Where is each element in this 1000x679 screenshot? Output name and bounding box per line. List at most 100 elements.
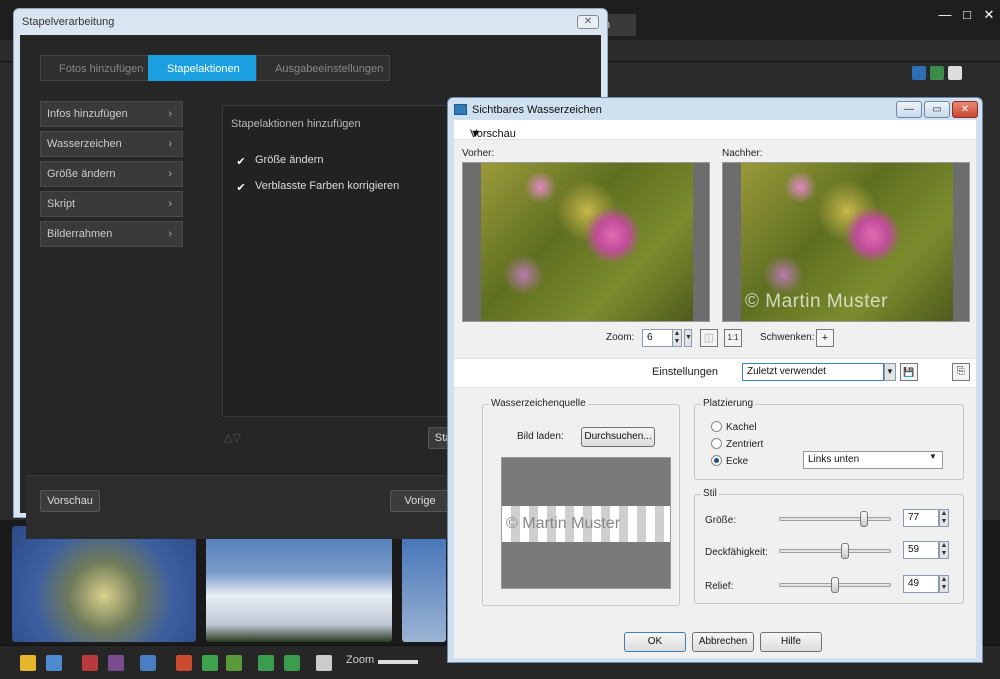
size-stepper[interactable]: ▲ ▼ [939, 509, 949, 527]
checkbox-checked-icon[interactable]: ✔ [235, 182, 247, 194]
close-button[interactable]: ✕ [577, 15, 599, 29]
after-image: © Martin Muster [722, 162, 970, 322]
size-slider[interactable] [779, 511, 891, 527]
rotate-left-icon[interactable] [258, 655, 274, 671]
load-settings-icon[interactable]: ⎘ [952, 363, 970, 381]
list-icon[interactable] [46, 655, 62, 671]
chevron-down-icon[interactable]: ▼ [684, 329, 692, 347]
placement-group: Platzierung Kachel Zentriert Ecke Links … [694, 398, 964, 480]
thumbnail-image[interactable] [12, 526, 196, 642]
brush-icon[interactable] [82, 655, 98, 671]
opacity-stepper[interactable]: ▲ ▼ [939, 541, 949, 559]
share-icon[interactable] [202, 655, 218, 671]
source-group-title: Wasserzeichenquelle [489, 398, 588, 409]
action-label: Wasserzeichen [47, 138, 122, 150]
chevron-right-icon: › [168, 138, 172, 150]
opacity-slider-thumb[interactable] [841, 543, 849, 559]
ok-button[interactable]: OK [624, 632, 686, 652]
radio-icon[interactable] [711, 421, 722, 432]
maximize-button[interactable]: ▭ [924, 101, 950, 118]
action-script[interactable]: Skript › [40, 191, 183, 217]
action-add-info[interactable]: Infos hinzufügen › [40, 101, 183, 127]
radio-corner[interactable]: Ecke [711, 455, 748, 467]
relief-field[interactable]: 49 [903, 575, 939, 593]
monitor-icon[interactable] [226, 655, 242, 671]
chevron-down-icon[interactable]: ▼ [929, 452, 937, 461]
cancel-button[interactable]: Abbrechen [692, 632, 754, 652]
app-icon [454, 104, 467, 115]
zoom-slider[interactable] [378, 660, 418, 664]
step-add-photos[interactable]: Fotos hinzufügen [40, 55, 150, 81]
timer-icon[interactable] [316, 655, 332, 671]
relief-stepper[interactable]: ▲ ▼ [939, 575, 949, 593]
check-label: Größe ändern [255, 154, 324, 166]
action-label: Skript [47, 198, 76, 210]
print-icon[interactable] [176, 655, 192, 671]
action-watermark[interactable]: Wasserzeichen › [40, 131, 183, 157]
help-button[interactable]: Hilfe [760, 632, 822, 652]
save-settings-icon[interactable]: 💾 [900, 363, 918, 381]
batch-dialog-title: Stapelverarbeitung [22, 16, 115, 28]
before-image [462, 162, 710, 322]
watermark-source-text: © Martin Muster [502, 506, 670, 542]
action-resize[interactable]: Größe ändern › [40, 161, 183, 187]
preview-header[interactable]: ▼ Vorschau [454, 120, 976, 140]
check-resize[interactable]: ✔ Größe ändern [235, 154, 323, 168]
person-icon[interactable] [140, 655, 156, 671]
opacity-field[interactable]: 59 [903, 541, 939, 559]
radio-selected-icon[interactable] [711, 455, 722, 466]
close-icon[interactable]: ✕ [982, 8, 996, 22]
relief-slider-thumb[interactable] [831, 577, 839, 593]
action-label: Infos hinzufügen [47, 108, 128, 120]
radio-tile[interactable]: Kachel [711, 421, 757, 433]
action-label: Größe ändern [47, 168, 116, 180]
thumbnail-image[interactable] [402, 526, 446, 642]
action-frame[interactable]: Bilderrahmen › [40, 221, 183, 247]
thumbnail-image[interactable] [206, 526, 392, 642]
tag-icon[interactable] [20, 655, 36, 671]
source-group: Wasserzeichenquelle Bild laden: Durchsuc… [482, 398, 680, 606]
image-view-icon[interactable] [930, 66, 944, 80]
rotate-right-icon[interactable] [284, 655, 300, 671]
radio-icon[interactable] [711, 438, 722, 449]
actual-size-button[interactable]: 1:1 [724, 329, 742, 347]
radio-label: Ecke [726, 456, 749, 467]
preview-header-label: Vorschau [470, 128, 516, 140]
chevron-right-icon: › [168, 198, 172, 210]
zoom-label: Zoom [346, 654, 375, 666]
minimize-button[interactable]: — [896, 101, 922, 118]
minimize-icon[interactable]: — [938, 8, 952, 22]
settings-dropdown[interactable]: Zuletzt verwendet [742, 363, 884, 381]
maximize-icon[interactable]: □ [960, 8, 974, 22]
close-button[interactable]: ✕ [952, 101, 978, 118]
size-field[interactable]: 77 [903, 509, 939, 527]
style-group: Stil Größe: 77 ▲ ▼ Deckfähigkeit: 59 ▲ ▼ R… [694, 488, 964, 604]
step-batch-actions[interactable]: Stapelaktionen [148, 55, 258, 81]
zoom-stepper[interactable]: ▲ ▼ [672, 329, 682, 347]
pan-icon[interactable]: + [816, 329, 834, 347]
check-fix-faded[interactable]: ✔ Verblasste Farben korrigieren [235, 180, 399, 194]
size-slider-thumb[interactable] [860, 511, 868, 527]
previous-button[interactable]: Vorige [390, 490, 450, 512]
relief-slider[interactable] [779, 577, 891, 593]
preview-button[interactable]: Vorschau [40, 490, 100, 512]
browse-button[interactable]: Durchsuchen... [581, 427, 655, 447]
opacity-slider[interactable] [779, 543, 891, 559]
chevron-right-icon: › [168, 108, 172, 120]
zoom-label: Zoom: [606, 332, 635, 343]
fit-zoom-button[interactable]: ◫ [700, 329, 718, 347]
view-icons [912, 62, 966, 84]
radio-centered[interactable]: Zentriert [711, 438, 763, 450]
pen-icon[interactable] [108, 655, 124, 671]
grid-view-icon[interactable] [948, 66, 962, 80]
settings-label: Einstellungen [652, 366, 719, 378]
opacity-label: Deckfähigkeit: [705, 547, 768, 558]
globe-icon[interactable] [912, 66, 926, 80]
checkbox-checked-icon[interactable]: ✔ [235, 156, 247, 168]
chevron-down-icon[interactable]: ▼ [884, 363, 896, 381]
step-output-settings[interactable]: Ausgabeeinstellungen [256, 55, 390, 81]
corner-dropdown[interactable]: Links unten [803, 451, 943, 469]
pan-label: Schwenken: [760, 332, 815, 343]
reorder-arrows-icon[interactable]: △▽ [224, 431, 241, 444]
radio-label: Zentriert [726, 439, 764, 450]
